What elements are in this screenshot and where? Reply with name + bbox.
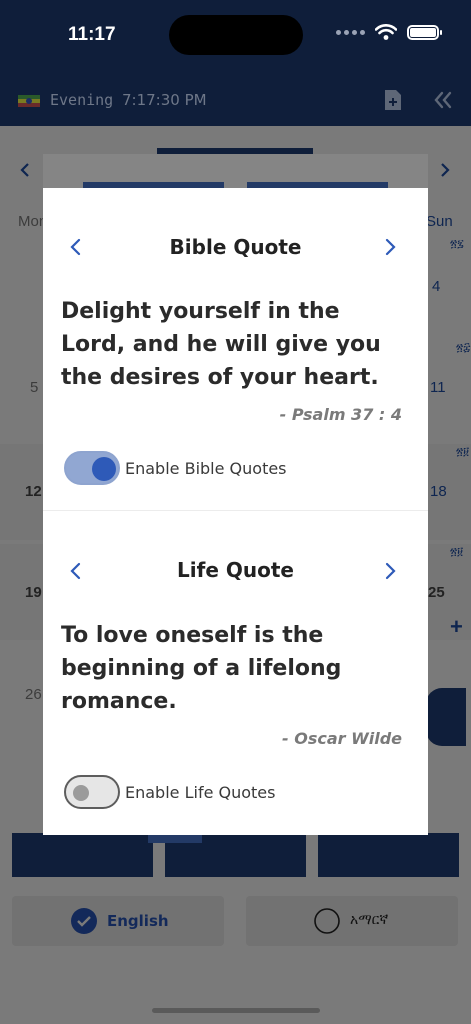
bible-quotes-toggle[interactable] bbox=[64, 451, 120, 485]
ge-date: ፳፰ bbox=[456, 342, 471, 354]
bible-quote-text: Delight yourself in the Lord, and he wil… bbox=[61, 299, 381, 390]
collapse-chevrons-icon[interactable] bbox=[432, 90, 454, 110]
header-clock: 7:17:30 PM bbox=[122, 91, 207, 109]
life-quote-author: - Oscar Wilde bbox=[282, 729, 402, 748]
life-quote-text: To love oneself is the beginning of a li… bbox=[61, 623, 342, 714]
modal-bottom-tab bbox=[148, 835, 202, 843]
toggle-knob bbox=[92, 457, 116, 481]
life-quotes-toggle-label: Enable Life Quotes bbox=[125, 783, 276, 802]
language-amharic-label: አማርኛ bbox=[350, 912, 389, 928]
bible-quote-title: Bible Quote bbox=[169, 235, 302, 259]
day-12: 12 bbox=[25, 483, 42, 500]
check-circle-icon bbox=[71, 908, 97, 934]
bible-quote-reference: - Psalm 37 : 4 bbox=[279, 405, 402, 424]
life-quotes-toggle[interactable] bbox=[64, 775, 120, 809]
status-icons bbox=[336, 24, 442, 40]
day-4: 4 bbox=[432, 278, 441, 295]
day-18: 18 bbox=[430, 483, 447, 500]
status-bar: 11:17 bbox=[0, 0, 471, 72]
dynamic-island bbox=[169, 15, 303, 55]
bg-action-button bbox=[318, 833, 459, 877]
ethiopia-flag-icon bbox=[18, 95, 40, 107]
bible-quotes-toggle-label: Enable Bible Quotes bbox=[125, 459, 287, 478]
ge-date: ፳፯ bbox=[450, 238, 464, 250]
day-19: 19 bbox=[25, 584, 42, 601]
bg-action-button bbox=[12, 833, 153, 877]
add-document-icon[interactable] bbox=[384, 89, 402, 111]
next-life-quote-icon[interactable] bbox=[383, 562, 397, 580]
toggle-knob bbox=[73, 785, 89, 801]
day-25: 25 bbox=[428, 584, 445, 601]
language-english-label: English bbox=[107, 912, 169, 930]
radio-circle-icon bbox=[314, 908, 340, 934]
ge-date: ፳፱ bbox=[456, 446, 469, 458]
section-divider bbox=[43, 510, 428, 511]
next-month-icon bbox=[441, 163, 450, 177]
life-quote-title: Life Quote bbox=[177, 558, 294, 582]
add-event-icon: + bbox=[450, 614, 463, 639]
ge-date: ፳፱ bbox=[450, 546, 463, 558]
prev-month-icon bbox=[20, 163, 29, 177]
day-26: 26 bbox=[25, 686, 42, 703]
day-11: 11 bbox=[430, 379, 446, 396]
battery-icon bbox=[407, 24, 442, 40]
greeting-label: Evening bbox=[50, 91, 114, 109]
language-amharic: አማርኛ bbox=[246, 896, 458, 946]
home-indicator bbox=[152, 1008, 320, 1013]
signal-icon bbox=[336, 29, 365, 35]
language-english: English bbox=[12, 896, 224, 946]
wifi-icon bbox=[375, 24, 397, 40]
modal-backing bbox=[43, 154, 428, 190]
status-time: 11:17 bbox=[68, 24, 116, 45]
weekday-sun: Sun bbox=[426, 213, 453, 230]
menu-fab bbox=[426, 688, 466, 746]
day-5: 5 bbox=[30, 379, 39, 396]
next-bible-quote-icon[interactable] bbox=[383, 238, 397, 256]
quotes-modal: Bible Quote Delight yourself in the Lord… bbox=[43, 188, 428, 835]
